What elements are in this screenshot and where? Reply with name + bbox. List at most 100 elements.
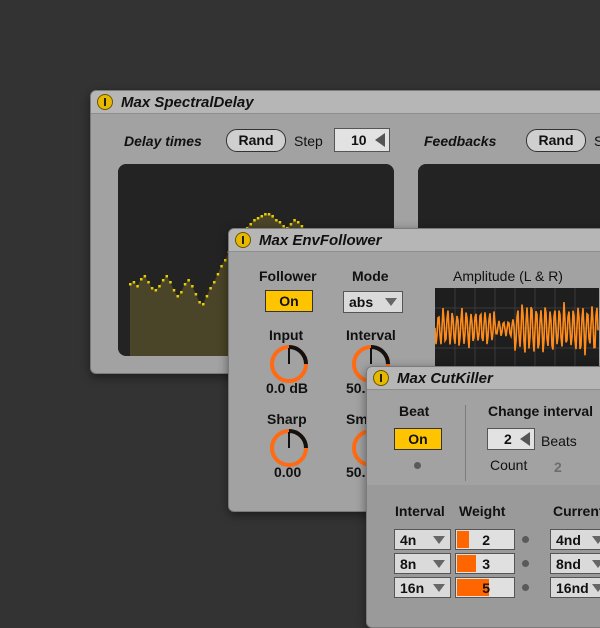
current-menu[interactable]: 4nd — [550, 529, 600, 550]
step-value: 10 — [351, 132, 367, 148]
amplitude-label: Amplitude (L & R) — [453, 268, 563, 284]
step-number-box[interactable]: 10 — [334, 128, 390, 152]
amplitude-scope — [435, 288, 599, 368]
spectrum-point — [297, 221, 300, 224]
spectrum-point — [194, 293, 198, 296]
current-header: Current — [553, 503, 600, 519]
env-follower-title: Max EnvFollower — [259, 232, 382, 249]
beat-indicator — [414, 462, 421, 469]
feedbacks-label: Feedbacks — [424, 133, 497, 149]
chevron-down-icon — [592, 584, 600, 592]
spectrum-point — [172, 289, 176, 292]
spectrum-point — [136, 285, 139, 288]
mode-menu[interactable]: abs — [343, 291, 403, 313]
step-label: Step — [294, 133, 323, 149]
follower-on-button[interactable]: On — [265, 290, 313, 312]
power-icon[interactable] — [235, 232, 251, 248]
weight-header: Weight — [459, 503, 506, 519]
power-icon[interactable] — [373, 370, 389, 386]
spectrum-point — [161, 279, 165, 282]
beats-number-box[interactable]: 2 — [487, 428, 535, 450]
chevron-down-icon — [592, 536, 600, 544]
spectrum-point — [205, 295, 209, 298]
knob-value-arc — [288, 429, 308, 449]
spectrum-point — [256, 217, 260, 220]
interval-menu[interactable]: 16n — [394, 577, 451, 598]
env-follower-titlebar[interactable]: Max EnvFollower — [229, 229, 600, 252]
spectrum-point — [253, 219, 256, 222]
chevron-down-icon — [433, 560, 445, 568]
spectrum-point — [216, 273, 220, 276]
interval-menu[interactable]: 8n — [394, 553, 451, 574]
delay-times-label: Delay times — [124, 133, 202, 149]
input-label: Input — [269, 327, 304, 343]
interval-label: Interval — [346, 327, 396, 343]
cut-killer-titlebar[interactable]: Max CutKiller — [367, 367, 600, 390]
knob-value-arc — [370, 345, 390, 365]
weight-fill — [457, 531, 469, 548]
step-arrow-icon — [375, 133, 385, 147]
sharp-label: Sharp — [267, 411, 307, 427]
power-icon[interactable] — [97, 94, 113, 110]
spectral-delay-title: Max SpectralDelay — [121, 94, 254, 111]
current-value: 8nd — [556, 556, 581, 572]
chevron-down-icon — [433, 584, 445, 592]
current-menu[interactable]: 16nd — [550, 577, 600, 598]
beat-on-button[interactable]: On — [394, 428, 442, 450]
spectrum-point — [132, 281, 136, 284]
rand-delay-button[interactable]: Rand — [226, 129, 286, 152]
spectrum-point — [278, 221, 282, 224]
sharp-value: 0.00 — [274, 464, 302, 480]
spectrum-point — [209, 287, 212, 290]
interval-value: 16n — [400, 580, 425, 596]
current-value: 16nd — [556, 580, 589, 596]
beats-value: 2 — [504, 431, 512, 447]
change-interval-label: Change interval — [488, 403, 594, 419]
spectrum-point — [154, 289, 158, 292]
spectrum-point — [249, 223, 252, 226]
weight-value: 2 — [482, 532, 490, 548]
current-value: 4nd — [556, 532, 581, 548]
interval-menu[interactable]: 4n — [394, 529, 451, 550]
rand-feedback-button[interactable]: Rand — [526, 129, 586, 152]
spectrum-point — [140, 278, 143, 281]
chevron-down-icon — [385, 298, 397, 306]
weight-slider[interactable]: 3 — [455, 553, 515, 574]
spectrum-point — [191, 285, 194, 288]
step2-label: S — [594, 133, 600, 149]
spectrum-point — [147, 281, 150, 284]
count-value: 2 — [554, 459, 562, 475]
count-label: Count — [490, 457, 528, 473]
spectrum-point — [165, 275, 168, 278]
knob-value-arc — [288, 345, 308, 365]
spectrum-point — [150, 287, 154, 290]
chevron-down-icon — [433, 536, 445, 544]
interval-header: Interval — [395, 503, 445, 519]
interval-value: 8n — [400, 556, 417, 572]
chevron-down-icon — [592, 560, 600, 568]
weight-value: 5 — [482, 580, 490, 596]
smooth-value: 50. — [346, 464, 366, 480]
interval-value: 4n — [400, 532, 417, 548]
mode-value: abs — [349, 294, 374, 310]
weight-slider[interactable]: 5 — [455, 577, 515, 598]
spectrum-point — [143, 275, 147, 278]
spectrum-point — [213, 281, 216, 284]
weight-fill — [457, 555, 477, 572]
section-divider — [465, 405, 466, 481]
spectrum-point — [169, 281, 172, 284]
spectral-delay-titlebar[interactable]: Max SpectralDelay — [91, 91, 600, 114]
spectrum-point — [267, 213, 271, 216]
weight-slider[interactable]: 2 — [455, 529, 515, 550]
spectrum-point — [293, 219, 296, 222]
row-indicator — [522, 560, 529, 567]
follower-label: Follower — [259, 268, 317, 284]
spectrum-point — [260, 215, 263, 218]
amplitude-plot — [435, 288, 599, 368]
spectrum-point — [289, 223, 293, 226]
beats-label: Beats — [541, 433, 577, 449]
spectrum-point — [180, 291, 183, 294]
smooth-label: Sm — [346, 411, 368, 427]
current-menu[interactable]: 8nd — [550, 553, 600, 574]
spectrum-point — [224, 259, 227, 262]
